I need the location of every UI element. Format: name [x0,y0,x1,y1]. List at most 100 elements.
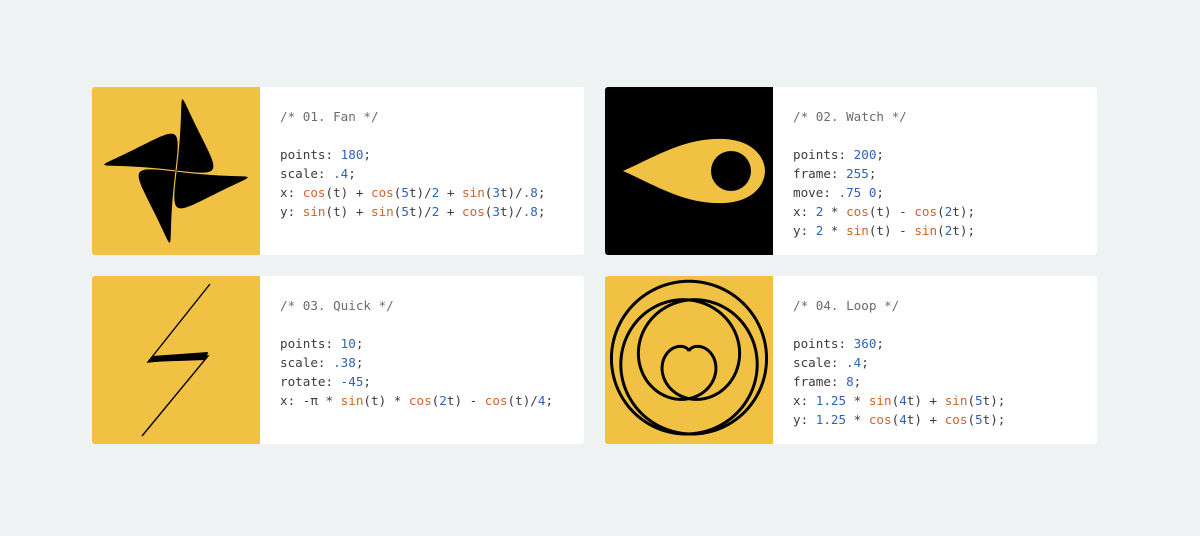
quick-shape-preview [92,276,260,444]
code-number: 5 [401,204,409,219]
code-function: cos [302,185,326,200]
code-text: frame: [793,374,847,389]
code-text: t) + [906,412,945,427]
code-text: x: [793,204,816,219]
code-text: ; [868,166,877,181]
code-function: sin [302,204,326,219]
code-line: points: 200; [793,145,975,164]
code-number: 5 [975,412,983,427]
code-text: points: [793,147,854,162]
code-number: .4 [846,355,862,370]
loop-shape-preview [605,276,773,444]
code-line: points: 10; [280,334,553,353]
code-function: sin [340,393,364,408]
code-text: scale: [280,166,334,181]
code-line: x: cos(t) + cos(5t)/2 + sin(3t)/.8; [280,183,545,202]
code-text: x: [793,393,816,408]
code-text: y: [793,412,816,427]
code-text: (t)/ [507,393,538,408]
code-text: ; [876,147,885,162]
code-function: sin [868,393,892,408]
code-number: 2 [439,393,447,408]
code-line: x: -π * sin(t) * cos(2t) - cos(t)/4; [280,391,553,410]
code-text: ; [355,355,364,370]
fan-shape-preview [92,87,260,255]
code-number: -45 [340,374,364,389]
code-text: ; [545,393,554,408]
code-block: /* 02. Watch */points: 200; frame: 255; mo… [773,87,975,255]
code-line: frame: 255; [793,164,975,183]
code-number: .38 [333,355,356,370]
code-function: cos [846,204,869,219]
code-number: 3 [492,204,500,219]
code-text: t)/ [408,185,432,200]
code-text: (t) - [868,223,915,238]
code-text: t) + [906,393,945,408]
code-function: cos [484,393,508,408]
code-line: scale: .4; [793,353,1005,372]
code-number: 5 [975,393,983,408]
code-text: + [439,204,463,219]
code-function: cos [944,412,968,427]
code-line: y: sin(t) + sin(5t)/2 + cos(3t)/.8; [280,202,545,221]
code-text: x: [280,185,303,200]
code-function: sin [944,393,968,408]
code-number: .8 [522,185,538,200]
watch-shape-preview [605,87,773,255]
card-loop: /* 04. Loop */points: 360; scale: .4; fram… [605,276,1097,444]
code-number: 4 [899,412,907,427]
watch-circle [711,151,751,191]
card-watch: /* 02. Watch */points: 200; frame: 255; mo… [605,87,1097,255]
code-number: 180 [340,147,364,162]
code-text: t) - [446,393,485,408]
code-number: 200 [853,147,877,162]
code-number: 1.25 [815,393,847,408]
code-number: 3 [492,185,500,200]
code-text: ; [363,374,372,389]
code-text: ; [355,336,364,351]
code-text: (t) - [868,204,915,219]
code-text: ( [937,204,945,219]
code-function: cos [462,204,485,219]
card-quick: /* 03. Quick */points: 10; scale: .38; rot… [92,276,584,444]
code-text: t); [952,204,976,219]
code-function: sin [914,223,938,238]
code-text: y: [280,204,303,219]
code-number: .8 [522,204,538,219]
code-text: points: [280,147,341,162]
code-text: scale: [793,355,847,370]
code-text: ; [537,204,546,219]
code-text: ( [967,393,976,408]
code-text: t); [952,223,976,238]
code-text: ( [967,412,976,427]
code-line: points: 360; [793,334,1005,353]
code-text: x: -π * [280,393,341,408]
code-line: x: 2 * cos(t) - cos(2t); [793,202,975,221]
code-function: cos [408,393,432,408]
code-text: * [823,204,847,219]
code-number: 10 [340,336,356,351]
code-text: move: [793,185,839,200]
code-text: ; [853,374,862,389]
code-text: t); [982,393,1006,408]
code-function: cos [371,185,394,200]
code-number: .4 [333,166,349,181]
code-function: sin [462,185,485,200]
code-text: points: [280,336,341,351]
code-comment: /* 04. Loop */ [793,298,900,313]
code-number: 255 [846,166,869,181]
code-number: 360 [853,336,877,351]
code-text: ; [876,336,885,351]
code-text: (t) + [325,185,371,200]
code-text: t)/ [408,204,432,219]
code-text: y: [793,223,816,238]
code-line: y: 2 * sin(t) - sin(2t); [793,221,975,240]
code-function: sin [846,223,869,238]
code-text: t); [982,412,1006,427]
code-text: scale: [280,355,334,370]
code-text: (t) * [363,393,409,408]
code-function: sin [371,204,394,219]
code-line: scale: .4; [280,164,545,183]
code-text: ; [537,185,546,200]
code-text: (t) + [325,204,371,219]
